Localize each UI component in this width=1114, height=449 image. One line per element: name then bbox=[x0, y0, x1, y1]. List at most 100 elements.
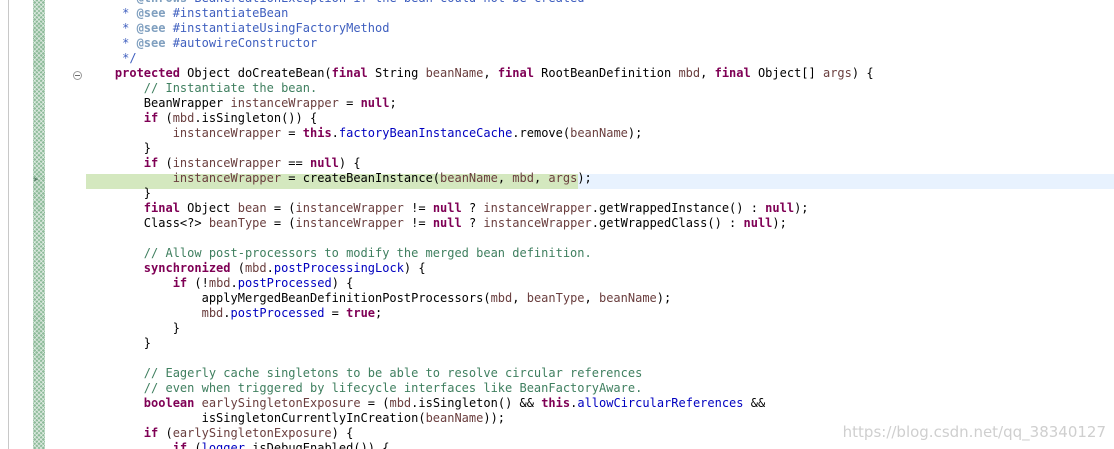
code-line[interactable]: } bbox=[86, 321, 874, 336]
code-token: = bbox=[281, 126, 303, 140]
code-line[interactable]: if (instanceWrapper == null) { bbox=[86, 156, 874, 171]
code-line[interactable]: * @see #instantiateBean bbox=[86, 6, 874, 21]
variable-token: instanceWrapper bbox=[295, 216, 404, 230]
debug-arrow-icon: ➤ bbox=[33, 175, 40, 186]
code-token: (! bbox=[187, 276, 209, 290]
code-token: isSingletonCurrentlyInCreation( bbox=[86, 411, 426, 425]
code-line[interactable]: } bbox=[86, 186, 874, 201]
code-line[interactable] bbox=[86, 231, 874, 246]
variable-token: args bbox=[548, 171, 578, 185]
code-line[interactable]: } bbox=[86, 141, 874, 156]
code-token: .getWrappedInstance() : bbox=[591, 201, 766, 215]
code-token: && bbox=[743, 396, 766, 410]
code-line[interactable] bbox=[86, 351, 874, 366]
code-line[interactable]: synchronized (mbd.postProcessingLock) { bbox=[86, 261, 874, 276]
code-line[interactable]: * @see #autowireConstructor bbox=[86, 36, 874, 51]
variable-token: beanName bbox=[570, 126, 628, 140]
keyword-token: if bbox=[172, 276, 188, 290]
code-line[interactable]: // Instantiate the bean. bbox=[86, 81, 874, 96]
keyword-token: this bbox=[541, 396, 571, 410]
field-token: postProcessed bbox=[237, 276, 332, 290]
javadoc-comment-token: * bbox=[86, 36, 137, 50]
field-token: allowCircularReferences bbox=[577, 396, 744, 410]
javadoc-comment-token: BeanCreationException if the bean could … bbox=[187, 0, 584, 5]
code-line[interactable]: if (logger.isDebugEnabled()) { bbox=[86, 441, 874, 449]
code-token: .isSingleton()) { bbox=[194, 111, 318, 125]
code-token: ( bbox=[158, 111, 173, 125]
keyword-token: null bbox=[309, 156, 339, 170]
code-token: } bbox=[86, 141, 152, 155]
code-token: BeanWrapper bbox=[86, 96, 231, 110]
code-token: ) { bbox=[851, 66, 874, 80]
code-line[interactable]: if (earlySingletonExposure) { bbox=[86, 426, 874, 441]
code-line[interactable]: } bbox=[86, 336, 874, 351]
code-line[interactable]: if (mbd.isSingleton()) { bbox=[86, 111, 874, 126]
code-line[interactable]: // Allow post-processors to modify the m… bbox=[86, 246, 874, 261]
quick-diff-change-bar bbox=[33, 0, 45, 449]
field-token: logger bbox=[201, 441, 245, 449]
code-editor[interactable]: ➤ * @throws BeanCreationException if the… bbox=[0, 0, 1114, 449]
variable-token: beanName bbox=[440, 171, 498, 185]
code-token: ); bbox=[627, 126, 643, 140]
keyword-token: null bbox=[360, 96, 390, 110]
code-token: ) { bbox=[331, 426, 354, 440]
keyword-token: if bbox=[143, 111, 159, 125]
code-line[interactable]: applyMergedBeanDefinitionPostProcessors(… bbox=[86, 291, 874, 306]
keyword-token: if bbox=[143, 426, 159, 440]
variable-token: bean bbox=[237, 201, 267, 215]
variable-token: instanceWrapper bbox=[230, 96, 339, 110]
code-text[interactable]: * @throws BeanCreationException if the b… bbox=[86, 0, 874, 449]
line-comment-token: // Eagerly cache singletons to be able t… bbox=[143, 366, 643, 380]
code-line[interactable]: BeanWrapper instanceWrapper = null; bbox=[86, 96, 874, 111]
variable-token: mbd bbox=[201, 306, 224, 320]
code-line[interactable]: // even when triggered by lifecycle inte… bbox=[86, 381, 874, 396]
variable-token: mbd bbox=[389, 396, 412, 410]
variable-token: instanceWrapper bbox=[172, 156, 282, 170]
variable-token: instanceWrapper bbox=[483, 216, 592, 230]
code-line[interactable]: protected Object doCreateBean(final Stri… bbox=[86, 66, 874, 81]
code-token: ); bbox=[772, 216, 787, 230]
code-line[interactable]: isSingletonCurrentlyInCreation(beanName)… bbox=[86, 411, 874, 426]
code-line[interactable]: // Eagerly cache singletons to be able t… bbox=[86, 366, 874, 381]
code-line[interactable]: Class<?> beanType = (instanceWrapper != … bbox=[86, 216, 874, 231]
collapse-icon[interactable] bbox=[73, 71, 82, 80]
javadoc-tag-token: @see bbox=[136, 21, 166, 35]
code-token: = ( bbox=[266, 216, 296, 230]
code-token: = ( bbox=[360, 396, 390, 410]
line-comment-token: // even when triggered by lifecycle inte… bbox=[143, 381, 643, 395]
code-line[interactable]: if (!mbd.postProcessed) { bbox=[86, 276, 874, 291]
keyword-token: null bbox=[765, 201, 795, 215]
variable-token: beanType bbox=[526, 291, 585, 305]
code-line[interactable]: * @see #instantiateUsingFactoryMethod bbox=[86, 21, 874, 36]
overview-ruler[interactable] bbox=[0, 0, 33, 449]
variable-token: mbd bbox=[678, 66, 701, 80]
code-token: , bbox=[533, 171, 549, 185]
variable-token: mbd bbox=[490, 291, 513, 305]
line-comment-token: // Allow post-processors to modify the m… bbox=[143, 246, 592, 260]
keyword-token: null bbox=[743, 216, 773, 230]
code-line[interactable]: mbd.postProcessed = true; bbox=[86, 306, 874, 321]
variable-token: instanceWrapper bbox=[172, 126, 282, 140]
folding-gutter[interactable] bbox=[45, 0, 85, 449]
keyword-token: this bbox=[302, 126, 332, 140]
code-token: } bbox=[86, 336, 152, 350]
variable-token: instanceWrapper bbox=[295, 201, 404, 215]
code-token: == bbox=[281, 156, 310, 170]
javadoc-tag-token: @see bbox=[136, 36, 166, 50]
code-line[interactable]: instanceWrapper = createBeanInstance(bea… bbox=[86, 171, 874, 186]
code-line[interactable]: boolean earlySingletonExposure = (mbd.is… bbox=[86, 396, 874, 411]
code-line[interactable]: */ bbox=[86, 51, 874, 66]
gutter-separator bbox=[8, 0, 9, 449]
code-line[interactable]: instanceWrapper = this.factoryBeanInstan… bbox=[86, 126, 874, 141]
code-token: , bbox=[700, 66, 715, 80]
line-comment-token: // Instantiate the bean. bbox=[143, 81, 318, 95]
code-line[interactable]: final Object bean = (instanceWrapper != … bbox=[86, 201, 874, 216]
code-token: ) { bbox=[331, 276, 354, 290]
keyword-token: boolean bbox=[143, 396, 195, 410]
code-token: ) { bbox=[338, 156, 361, 170]
keyword-token: null bbox=[432, 201, 462, 215]
